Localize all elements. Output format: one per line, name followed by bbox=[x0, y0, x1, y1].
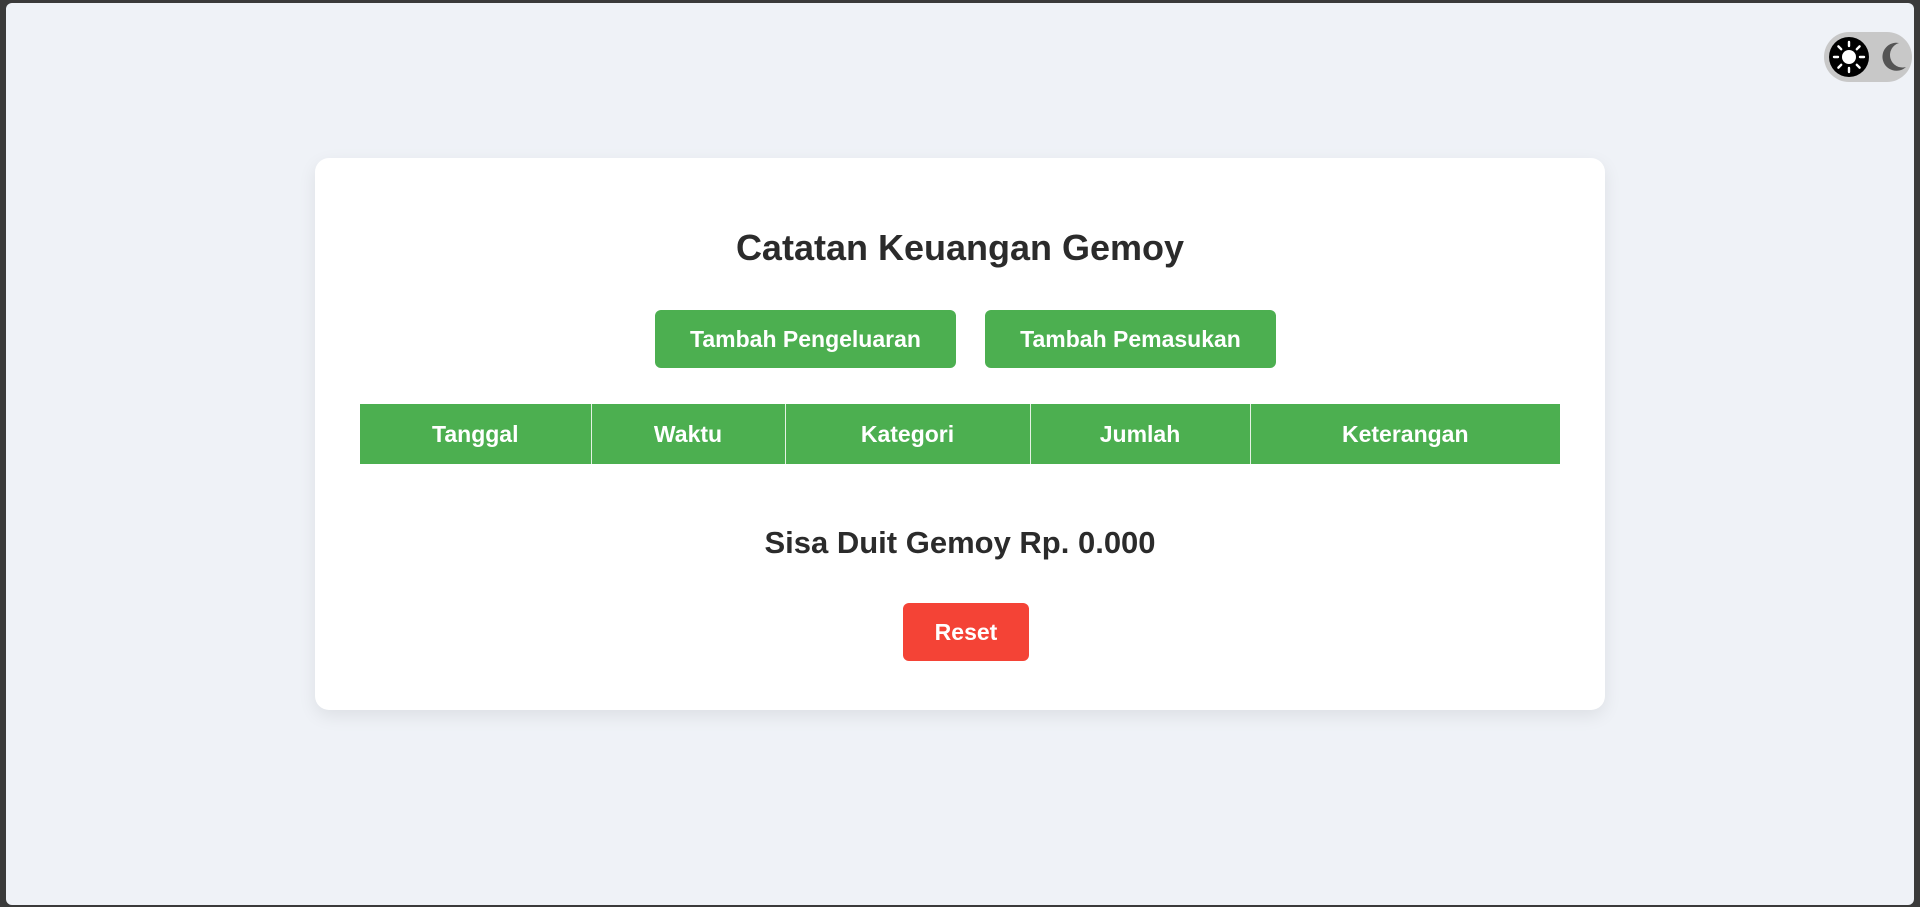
app-viewport: Catatan Keuangan Gemoy Tambah Pengeluara… bbox=[6, 3, 1914, 905]
add-expense-button[interactable]: Tambah Pengeluaran bbox=[655, 310, 956, 368]
finance-card: Catatan Keuangan Gemoy Tambah Pengeluara… bbox=[315, 158, 1605, 710]
column-header-kategori: Kategori bbox=[784, 404, 1030, 464]
transactions-table: Tanggal Waktu Kategori Jumlah Keterangan bbox=[360, 404, 1560, 464]
column-header-keterangan: Keterangan bbox=[1249, 404, 1560, 464]
moon-icon bbox=[1882, 42, 1906, 71]
add-income-button[interactable]: Tambah Pemasukan bbox=[985, 310, 1276, 368]
theme-toggle[interactable] bbox=[1824, 32, 1912, 82]
table-header-row: Tanggal Waktu Kategori Jumlah Keterangan bbox=[360, 404, 1560, 464]
page-title: Catatan Keuangan Gemoy bbox=[735, 227, 1185, 268]
column-header-waktu: Waktu bbox=[590, 404, 785, 464]
reset-button[interactable]: Reset bbox=[903, 603, 1029, 661]
toggle-knob[interactable] bbox=[1829, 37, 1869, 77]
sun-icon bbox=[1832, 40, 1866, 74]
column-header-jumlah: Jumlah bbox=[1029, 404, 1250, 464]
balance-summary: Sisa Duit Gemoy Rp. 0.000 bbox=[764, 525, 1156, 560]
column-header-tanggal: Tanggal bbox=[360, 404, 591, 464]
